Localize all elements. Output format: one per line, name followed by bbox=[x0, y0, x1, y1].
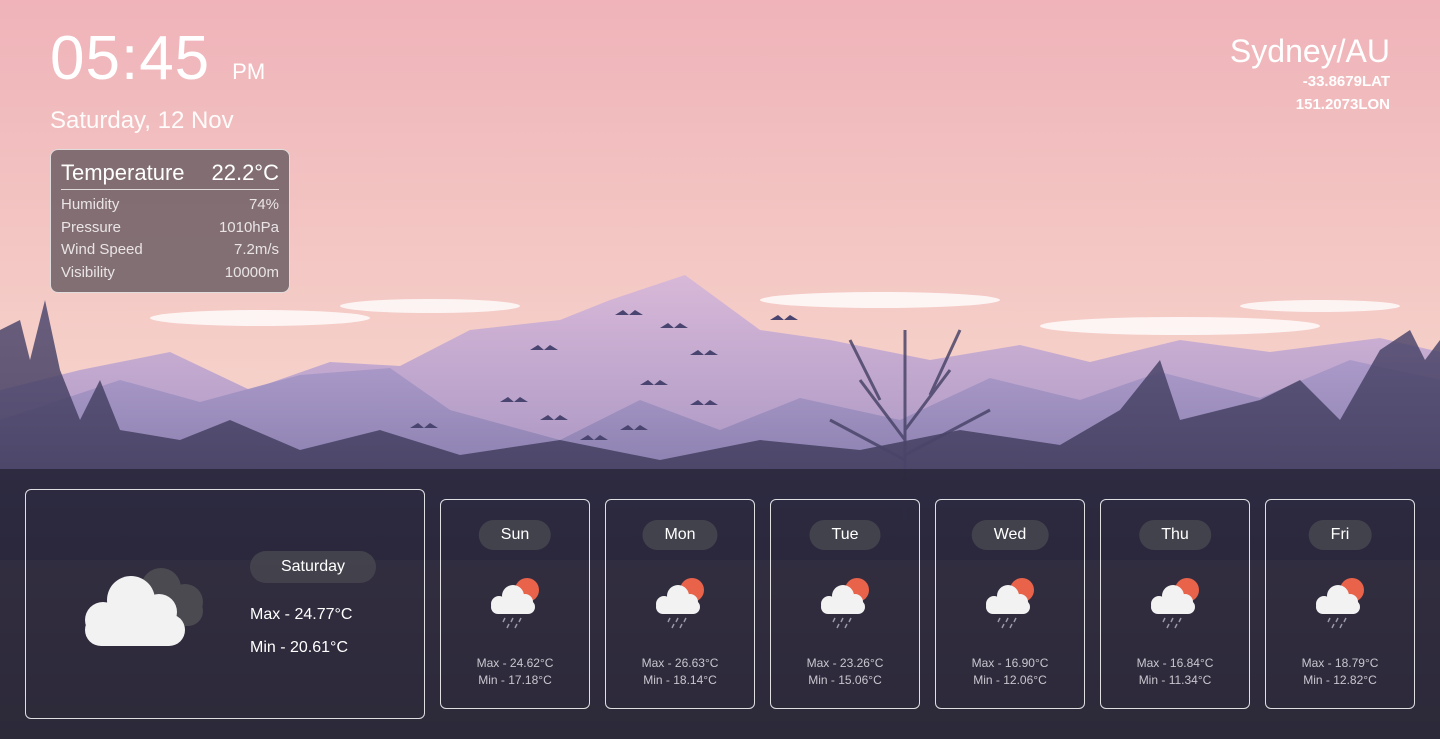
forecast-day-pill: Sun bbox=[478, 520, 552, 550]
rain-sun-icon bbox=[656, 578, 704, 629]
latitude: -33.8679LAT bbox=[1302, 73, 1390, 91]
location: Sydney/AU -33.8679LAT 151.2073LON bbox=[1229, 33, 1390, 115]
pressure-row: Pressure 1010hPa bbox=[61, 217, 279, 240]
forecast-card-wed[interactable]: Wed Max - 16.90°C Min - 12.06°C bbox=[935, 499, 1085, 709]
today-max-temp: Max - 24.77°C bbox=[250, 606, 353, 623]
forecast-min-temp: Min - 18.14°C bbox=[643, 673, 717, 687]
rain-sun-icon bbox=[1316, 578, 1364, 629]
forecast-day-pill: Fri bbox=[1308, 520, 1372, 550]
clock: 05:45 PM bbox=[50, 28, 265, 90]
forecast-max-temp: Max - 16.84°C bbox=[1136, 656, 1214, 670]
forecast-min-temp: Min - 11.34°C bbox=[1138, 673, 1212, 687]
today-day-pill: Saturday bbox=[250, 551, 376, 583]
humidity-value: 74% bbox=[248, 196, 279, 213]
forecast-min-temp: Min - 15.06°C bbox=[808, 673, 882, 687]
temperature-row: Temperature 22.2°C bbox=[61, 160, 279, 190]
forecast-max-temp: Max - 16.90°C bbox=[971, 656, 1049, 670]
forecast-max-temp: Max - 26.63°C bbox=[641, 656, 719, 670]
clock-ampm: PM bbox=[232, 59, 266, 84]
wind-speed-row: Wind Speed 7.2m/s bbox=[61, 239, 279, 262]
forecast-day-pill: Thu bbox=[1139, 520, 1211, 550]
city-name: Sydney/AU bbox=[1229, 33, 1390, 69]
cloudy-icon bbox=[85, 568, 203, 646]
temperature-value: 22.2°C bbox=[211, 160, 279, 185]
wind-speed-label: Wind Speed bbox=[61, 241, 143, 258]
forecast-min-temp: Min - 12.82°C bbox=[1303, 673, 1377, 687]
rain-sun-icon bbox=[821, 578, 869, 629]
today-card[interactable]: Saturday Max - 24.77°C Min - 20.61°C bbox=[25, 489, 425, 719]
pressure-label: Pressure bbox=[61, 218, 122, 236]
rain-sun-icon bbox=[491, 578, 539, 629]
forecast-min-temp: Min - 17.18°C bbox=[478, 673, 552, 687]
visibility-row: Visibility 10000m bbox=[61, 262, 279, 285]
current-date: Saturday, 12 Nov bbox=[50, 107, 234, 134]
clock-time: 05:45 bbox=[50, 24, 211, 93]
forecast-card-sun[interactable]: Sun Max - 24.62°C Min - 17.18°C bbox=[440, 499, 590, 709]
pressure-value: 1010hPa bbox=[218, 218, 279, 236]
forecast-card-fri[interactable]: Fri Max - 18.79°C Min - 12.82°C bbox=[1265, 499, 1415, 709]
temperature-label: Temperature bbox=[61, 160, 185, 185]
rain-sun-icon bbox=[986, 578, 1034, 629]
forecast-card-mon[interactable]: Mon Max - 26.63°C Min - 18.14°C bbox=[605, 499, 755, 709]
forecast-day-pill: Wed bbox=[971, 520, 1049, 550]
visibility-label: Visibility bbox=[61, 263, 115, 281]
visibility-value: 10000m bbox=[224, 263, 279, 281]
forecast-day-pill: Tue bbox=[809, 520, 881, 550]
forecast-min-temp: Min - 12.06°C bbox=[973, 673, 1047, 687]
longitude: 151.2073LON bbox=[1295, 96, 1390, 114]
forecast-card-tue[interactable]: Tue Max - 23.26°C Min - 15.06°C bbox=[770, 499, 920, 709]
wind-speed-value: 7.2m/s bbox=[233, 241, 279, 258]
forecast-day-pill: Mon bbox=[642, 520, 718, 550]
forecast-panel: Saturday Max - 24.77°C Min - 20.61°C Sun… bbox=[0, 469, 1440, 739]
humidity-row: Humidity 74% bbox=[61, 194, 279, 217]
forecast-max-temp: Max - 18.79°C bbox=[1301, 656, 1379, 670]
current-conditions-card: Temperature 22.2°C Humidity 74% Pressure… bbox=[50, 149, 290, 293]
forecast-max-temp: Max - 23.26°C bbox=[806, 656, 884, 670]
forecast-card-thu[interactable]: Thu Max - 16.84°C Min - 11.34°C bbox=[1100, 499, 1250, 709]
humidity-label: Humidity bbox=[61, 196, 120, 213]
today-min-temp: Min - 20.61°C bbox=[250, 639, 348, 656]
forecast-max-temp: Max - 24.62°C bbox=[476, 656, 554, 670]
rain-sun-icon bbox=[1151, 578, 1199, 629]
